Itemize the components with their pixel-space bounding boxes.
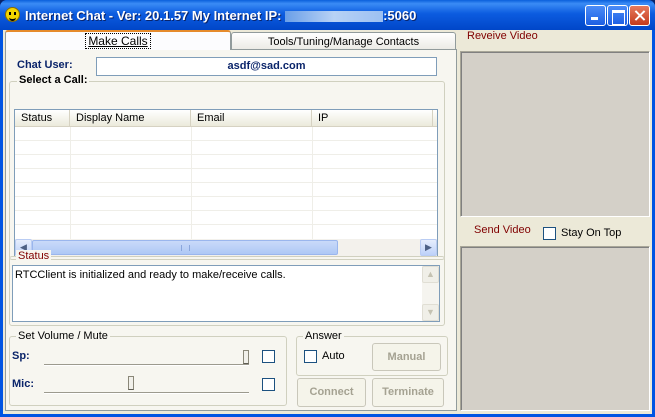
list-row-line (15, 182, 437, 183)
status-message: RTCClient is initialized and ready to ma… (15, 269, 286, 281)
receive-video-area (460, 51, 650, 217)
list-row-line (15, 196, 437, 197)
send-video-area (460, 246, 650, 411)
speaker-slider-thumb[interactable] (243, 350, 249, 364)
manual-button[interactable]: Manual (372, 343, 441, 371)
list-row-line (15, 140, 437, 141)
tab-make-calls[interactable]: Make Calls (5, 30, 231, 50)
auto-answer-checkbox[interactable] (304, 350, 317, 363)
redacted-ip (285, 11, 384, 23)
column-status[interactable]: Status (15, 110, 70, 127)
status-textbox[interactable]: RTCClient is initialized and ready to ma… (12, 265, 440, 322)
tab-tools-tuning-contacts[interactable]: Tools/Tuning/Manage Contacts (231, 32, 456, 49)
status-vscrollbar[interactable]: ▲ ▼ (422, 266, 439, 321)
list-column-line (191, 127, 192, 239)
ip-port: :5060 (383, 8, 417, 23)
scroll-up-arrow-icon[interactable]: ▲ (422, 266, 439, 283)
list-row-line (15, 154, 437, 155)
select-call-label: Select a Call: (17, 74, 90, 86)
receive-video-label: Reveive Video (467, 30, 538, 42)
speaker-slider-track[interactable] (44, 364, 249, 366)
speaker-label: Sp: (12, 350, 30, 362)
speaker-mute-checkbox[interactable] (262, 350, 275, 363)
maximize-button[interactable] (607, 5, 628, 26)
hscroll-thumb[interactable] (32, 240, 338, 255)
column-ip[interactable]: IP (312, 110, 433, 127)
volume-group-label: Set Volume / Mute (16, 330, 110, 342)
stay-on-top-label: Stay On Top (561, 227, 622, 239)
calls-list-hscrollbar[interactable]: ◀ ▶ (15, 239, 437, 256)
column-display-name[interactable]: Display Name (70, 110, 191, 127)
connect-button[interactable]: Connect (297, 378, 366, 407)
list-row-line (15, 168, 437, 169)
list-row-line (15, 224, 437, 225)
send-video-label: Send Video (474, 224, 531, 236)
list-row-line (15, 210, 437, 211)
make-calls-panel: Chat User: asdf@sad.com Select a Call: S… (5, 49, 457, 411)
scroll-right-arrow-icon[interactable]: ▶ (420, 239, 437, 256)
column-email[interactable]: Email (191, 110, 312, 127)
terminate-button[interactable]: Terminate (372, 378, 444, 407)
stay-on-top-checkbox[interactable] (543, 227, 556, 240)
chat-user-field[interactable]: asdf@sad.com (96, 57, 437, 76)
tab-tools-label: Tools/Tuning/Manage Contacts (267, 36, 420, 48)
calls-list-header: Status Display Name Email IP (15, 110, 437, 127)
smiley-app-icon (5, 7, 20, 22)
mic-slider-track[interactable] (44, 392, 249, 394)
answer-group-label: Answer (303, 330, 344, 342)
list-column-line (312, 127, 313, 239)
close-button[interactable] (629, 5, 650, 26)
minimize-button[interactable] (585, 5, 606, 26)
chat-user-label: Chat User: (17, 59, 73, 71)
volume-group: Set Volume / Mute (9, 330, 287, 406)
window-title: Internet Chat - Ver: 20.1.57 My Internet… (25, 8, 416, 23)
mic-mute-checkbox[interactable] (262, 378, 275, 391)
app-window: Internet Chat - Ver: 20.1.57 My Internet… (0, 0, 655, 417)
mic-label: Mic: (12, 378, 34, 390)
mic-slider-thumb[interactable] (127, 376, 134, 390)
calls-list[interactable]: Status Display Name Email IP ◀ ▶ (14, 109, 438, 257)
tab-make-calls-label: Make Calls (85, 33, 151, 49)
title-prefix: Internet Chat - Ver: 20.1.57 My Internet… (25, 8, 282, 23)
scroll-down-arrow-icon[interactable]: ▼ (422, 304, 439, 321)
auto-answer-label: Auto (322, 350, 345, 362)
status-group-label: Status (16, 250, 52, 262)
list-column-line (70, 127, 71, 239)
chat-user-value: asdf@sad.com (227, 60, 306, 72)
title-bar[interactable]: Internet Chat - Ver: 20.1.57 My Internet… (0, 0, 655, 30)
client-area: Make Calls Tools/Tuning/Manage Contacts … (3, 30, 652, 414)
